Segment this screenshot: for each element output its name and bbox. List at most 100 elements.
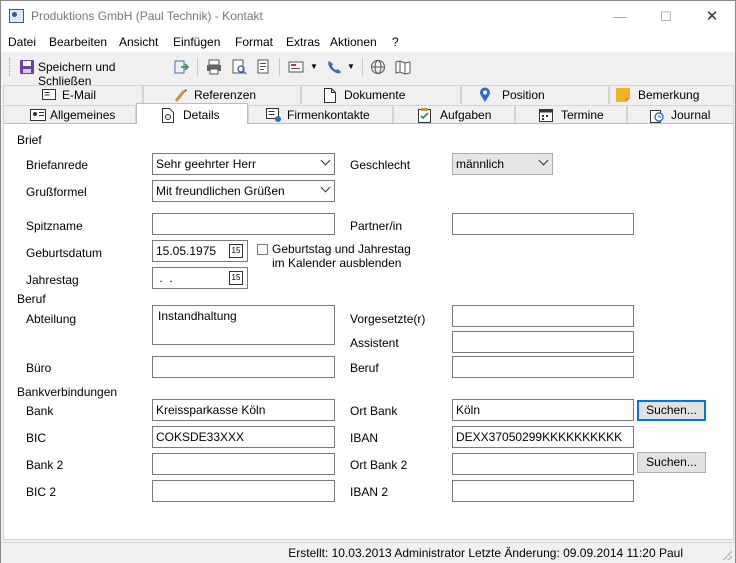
tab-firmenkontakte[interactable]: Firmenkontakte (248, 105, 393, 124)
abteilung-textarea[interactable]: Instandhaltung (152, 305, 335, 345)
iban-label: IBAN (350, 431, 379, 445)
menu-bar: Datei Bearbeiten Ansicht Einfügen Format… (1, 32, 735, 52)
tab-label: Details (183, 108, 220, 122)
iban2-label: IBAN 2 (350, 485, 389, 499)
map-icon[interactable] (395, 59, 411, 75)
page-setup-icon[interactable] (255, 59, 271, 75)
journal-clock-icon (650, 110, 664, 123)
chevron-down-icon[interactable]: ▼ (310, 62, 318, 71)
calendar-picker-icon[interactable]: 15 (229, 244, 243, 258)
tab-label: Firmenkontakte (287, 108, 370, 122)
grussformel-label: Grußformel (26, 185, 87, 199)
geschlecht-combo[interactable]: männlich (452, 153, 553, 175)
tab-bemerkung[interactable]: Bemerkung (609, 85, 734, 104)
save-disk-icon (20, 60, 34, 74)
address-card-icon[interactable] (288, 59, 304, 75)
menu-help[interactable]: ? (392, 35, 399, 49)
bic-input[interactable]: COKSDE33XXX (152, 426, 335, 448)
toolbar-separator (362, 58, 363, 76)
save-close-button[interactable]: Speichern und Schließen (15, 54, 167, 88)
bank2-label: Bank 2 (26, 458, 64, 472)
maximize-button[interactable]: ☐ (643, 1, 689, 32)
tab-label: Position (502, 88, 545, 102)
chevron-down-icon (320, 182, 331, 193)
bank-search-button[interactable]: Suchen... (637, 400, 706, 421)
toolbar-grip (9, 58, 11, 76)
menu-datei[interactable]: Datei (8, 35, 36, 49)
bic2-input[interactable] (152, 480, 335, 502)
title-bar: Produktions GmbH (Paul Technik) - Kontak… (1, 1, 735, 32)
bank-input[interactable]: Kreissparkasse Köln (152, 399, 335, 421)
resize-grip[interactable] (722, 550, 732, 560)
document-search-icon (162, 108, 174, 123)
tab-label: Bemerkung (638, 88, 700, 102)
hide-birthday-checkbox[interactable] (257, 244, 268, 255)
iban-input[interactable]: DEXX37050299KKKKKKKKKK (452, 426, 634, 448)
partner-label: Partner/in (350, 219, 403, 233)
assistent-input[interactable] (452, 331, 634, 353)
chevron-down-icon (320, 155, 331, 166)
geburtsdatum-value: 15.05.1975 (156, 244, 217, 258)
email-icon (42, 89, 56, 100)
tab-label: E-Mail (62, 88, 97, 102)
vorgesetzter-input[interactable] (452, 305, 634, 327)
beruf-input[interactable] (452, 356, 634, 378)
geschlecht-value: männlich (456, 157, 505, 171)
contact-window: Produktions GmbH (Paul Technik) - Kontak… (0, 0, 736, 563)
tab-row-bottom: Allgemeines Details Firmenkontakte Aufga… (3, 103, 734, 124)
bank2-input[interactable] (152, 453, 335, 475)
minimize-button[interactable]: — (597, 1, 643, 32)
iban2-input[interactable] (452, 480, 634, 502)
ortbank2-input[interactable] (452, 453, 634, 475)
menu-aktionen[interactable]: Aktionen (330, 35, 377, 49)
ortbank2-label: Ort Bank 2 (350, 458, 408, 472)
buero-input[interactable] (152, 356, 335, 378)
menu-extras[interactable]: Extras (286, 35, 320, 49)
note-icon (616, 88, 630, 102)
ortbank-input[interactable]: Köln (452, 399, 634, 421)
tab-allgemeines[interactable]: Allgemeines (3, 105, 136, 124)
tab-termine[interactable]: Termine (515, 105, 627, 124)
print-preview-icon[interactable] (231, 59, 247, 75)
tab-referenzen[interactable]: Referenzen (143, 85, 301, 104)
references-icon (174, 89, 187, 102)
print-icon[interactable] (206, 59, 222, 75)
chevron-down-icon[interactable]: ▼ (347, 62, 355, 71)
contact-card-icon (9, 9, 24, 23)
calendar-picker-icon[interactable]: 15 (229, 271, 243, 285)
phone-icon[interactable] (326, 59, 342, 75)
tab-details[interactable]: Details (136, 103, 248, 124)
jahrestag-input[interactable]: . . 15 (152, 267, 248, 289)
tab-label: Dokumente (344, 88, 406, 102)
jahrestag-label: Jahrestag (26, 273, 79, 287)
close-button[interactable]: ✕ (689, 1, 735, 32)
web-globe-icon[interactable] (370, 59, 386, 75)
tab-dokumente[interactable]: Dokumente (301, 85, 461, 104)
bank2-search-button[interactable]: Suchen... (637, 452, 706, 473)
partner-input[interactable] (452, 213, 634, 235)
briefanrede-label: Briefanrede (26, 158, 89, 172)
toolbar-separator (197, 58, 198, 76)
tab-row-top: E-Mail Referenzen Dokumente Position Bem… (3, 85, 734, 104)
geschlecht-label: Geschlecht (350, 158, 411, 172)
spitzname-label: Spitzname (26, 219, 83, 233)
spitzname-input[interactable] (152, 213, 335, 235)
tab-email[interactable]: E-Mail (3, 85, 143, 104)
tab-journal[interactable]: Journal (627, 105, 734, 124)
menu-ansicht[interactable]: Ansicht (119, 35, 158, 49)
menu-format[interactable]: Format (235, 35, 273, 49)
contact-card-icon (30, 109, 46, 121)
briefanrede-combo[interactable]: Sehr geehrter Herr (152, 153, 335, 175)
geburtsdatum-input[interactable]: 15.05.1975 15 (152, 240, 248, 262)
tab-label: Allgemeines (50, 108, 116, 122)
menu-bearbeiten[interactable]: Bearbeiten (49, 35, 107, 49)
company-contacts-icon (266, 108, 281, 122)
grussformel-value: Mit freundlichen Grüßen (156, 184, 285, 198)
export-icon[interactable] (173, 59, 189, 75)
tab-aufgaben[interactable]: Aufgaben (393, 105, 515, 124)
details-panel: Brief Briefanrede Sehr geehrter Herr Ges… (3, 123, 734, 540)
jahrestag-value: . . (156, 271, 173, 285)
grussformel-combo[interactable]: Mit freundlichen Grüßen (152, 180, 335, 202)
menu-einfuegen[interactable]: Einfügen (173, 35, 220, 49)
tab-position[interactable]: Position (461, 85, 609, 104)
